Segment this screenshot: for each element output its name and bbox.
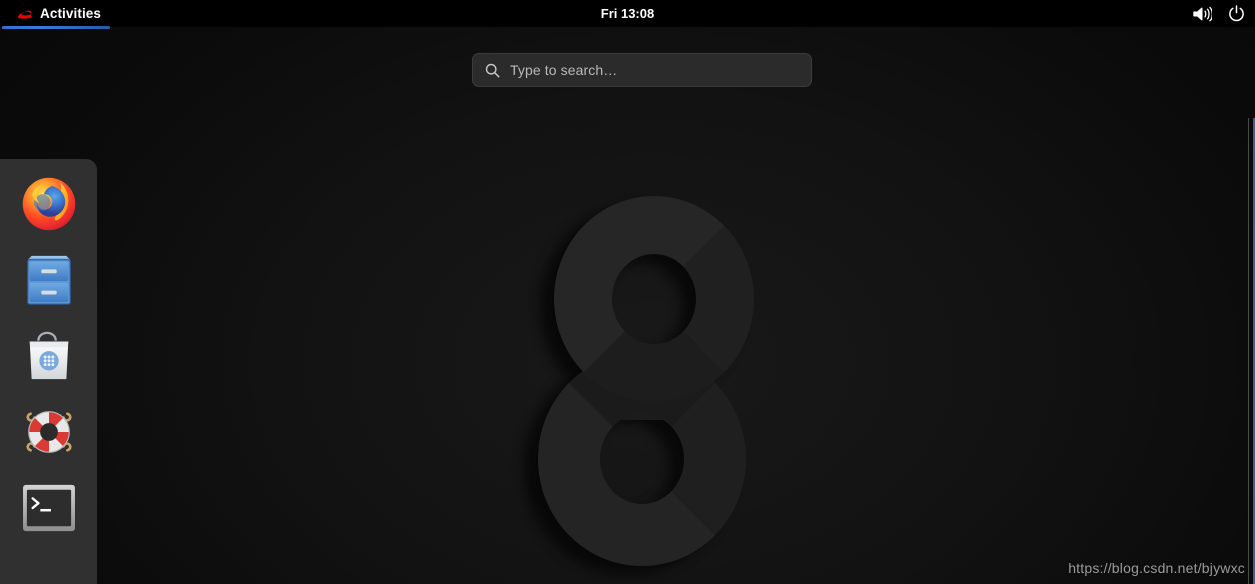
status-menu[interactable] — [1193, 0, 1245, 27]
search-icon — [485, 63, 500, 77]
dock-item-terminal[interactable] — [18, 477, 80, 539]
dash-dock — [0, 159, 97, 584]
search-container: Type to search… — [472, 53, 812, 87]
top-bar: Activities Fri 13:08 — [0, 0, 1255, 29]
help-icon — [25, 411, 72, 453]
activities-label: Activities — [40, 6, 102, 21]
firefox-icon — [22, 177, 75, 231]
rhel8-wallpaper-logo — [524, 196, 756, 574]
volume-icon[interactable] — [1193, 6, 1212, 22]
software-icon — [29, 331, 68, 380]
activities-active-indicator — [2, 26, 110, 29]
dock-item-help[interactable] — [18, 401, 80, 463]
power-icon[interactable] — [1228, 5, 1245, 22]
search-placeholder: Type to search… — [510, 62, 618, 78]
desktop-wallpaper — [0, 0, 1255, 584]
activities-button[interactable]: Activities — [0, 0, 113, 29]
workspace-strip[interactable] — [1248, 118, 1249, 584]
dock-item-files[interactable] — [18, 249, 80, 311]
dock-item-firefox[interactable] — [18, 173, 80, 235]
redhat-logo-icon — [18, 10, 32, 19]
dock-item-software[interactable] — [18, 325, 80, 387]
desktop-screen: Activities Fri 13:08 Type to search… htt… — [0, 0, 1255, 584]
search-input[interactable]: Type to search… — [472, 53, 812, 87]
clock-button[interactable]: Fri 13:08 — [0, 6, 1255, 21]
logo-ring-top — [554, 196, 754, 402]
files-icon — [26, 255, 71, 305]
clock-label: Fri 13:08 — [600, 6, 655, 21]
terminal-icon — [22, 484, 75, 532]
